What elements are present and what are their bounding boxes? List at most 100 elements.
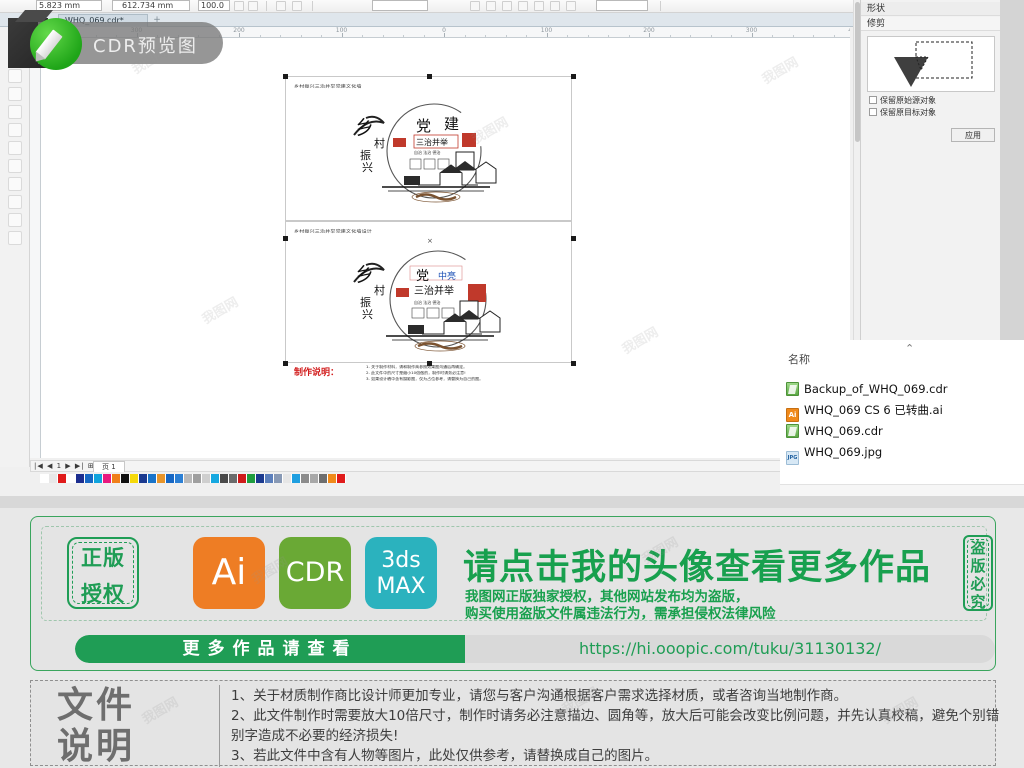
- color-swatch[interactable]: [49, 474, 58, 483]
- file-row[interactable]: WHQ_069.cdr: [786, 424, 883, 438]
- color-swatch[interactable]: [247, 474, 256, 483]
- lock-ratio-icon[interactable]: [234, 1, 244, 11]
- color-swatch[interactable]: [175, 474, 184, 483]
- color-swatch[interactable]: [211, 474, 220, 483]
- color-swatch[interactable]: [166, 474, 175, 483]
- outline-tool-icon[interactable]: [8, 231, 22, 245]
- weld-icon[interactable]: [518, 1, 528, 11]
- color-swatch[interactable]: [193, 474, 202, 483]
- selection-handle[interactable]: [571, 74, 576, 79]
- color-swatch[interactable]: [292, 474, 301, 483]
- chevron-up-icon[interactable]: ⌃: [905, 342, 914, 355]
- color-swatch[interactable]: [121, 474, 130, 483]
- selection-handle[interactable]: [571, 361, 576, 366]
- color-swatch[interactable]: [265, 474, 274, 483]
- village-logo-bottom[interactable]: 乡 村 振 兴 党 中亮 三治并举 自治 法治 德治: [348, 244, 523, 356]
- color-swatch[interactable]: [319, 474, 328, 483]
- page-nav-controls[interactable]: |◀ ◀ 1 ▶ ▶| ⊞: [34, 461, 95, 472]
- zoom-tool-icon[interactable]: [8, 87, 22, 101]
- color-swatch[interactable]: [301, 474, 310, 483]
- ellipse-tool-icon[interactable]: [8, 141, 22, 155]
- svg-text:村: 村: [374, 283, 385, 297]
- color-swatch[interactable]: [67, 474, 76, 483]
- color-swatch[interactable]: [58, 474, 67, 483]
- promo-subtext: 我图网正版独家授权，其他网站发布均为盗版， 购买使用盗版文件属违法行为，需承担侵…: [465, 589, 776, 623]
- ruler-minor-tick: [833, 35, 835, 37]
- freehand-tool-icon[interactable]: [8, 105, 22, 119]
- page-tab-1[interactable]: 页 1: [93, 461, 125, 472]
- instruction-item: 2、此文件制作时需要放大10倍尺寸，制作时请务必注意描边、圆角等，放大后可能会改…: [231, 708, 1000, 744]
- crop-tool-icon[interactable]: [8, 69, 22, 83]
- rectangle-tool-icon[interactable]: [8, 123, 22, 137]
- rotate-icon[interactable]: [276, 1, 286, 11]
- color-swatch[interactable]: [103, 474, 112, 483]
- align-right-icon[interactable]: [502, 1, 512, 11]
- outline-width-icon[interactable]: [292, 1, 302, 11]
- color-swatch[interactable]: [256, 474, 265, 483]
- text-tool-icon[interactable]: [8, 177, 22, 191]
- file-instructions-card: 文件 说明 1、关于材质制作商比设计师更加专业，请您与客户沟通根据客户需求选择材…: [30, 680, 999, 767]
- docker-scrollbar[interactable]: [853, 0, 860, 340]
- file-row[interactable]: JPG WHQ_069.jpg: [786, 445, 882, 465]
- selection-handle[interactable]: [283, 74, 288, 79]
- format-badge-ai: Ai: [193, 537, 265, 609]
- dimension-tool-icon[interactable]: [8, 195, 22, 209]
- vertical-ruler[interactable]: [30, 38, 41, 458]
- apply-button[interactable]: 应用: [951, 128, 995, 142]
- page-navigator-bar[interactable]: |◀ ◀ 1 ▶ ▶| ⊞ 页 1: [30, 460, 820, 472]
- artboard-bottom[interactable]: 乡村振兴三治并举党建文化墙设计 × 乡 村 振 兴 党 中亮 三治并举 自治 法…: [283, 221, 576, 366]
- promo-sub-line-2: 购买使用盗版文件属违法行为，需承担侵权法律风险: [465, 606, 776, 622]
- checkbox-box[interactable]: [869, 108, 877, 116]
- transparency-field[interactable]: [596, 0, 648, 11]
- portfolio-url[interactable]: https://hi.ooopic.com/tuku/31130132/: [465, 635, 995, 663]
- keep-source-checkbox[interactable]: 保留原始源对象: [869, 96, 936, 106]
- color-swatch[interactable]: [220, 474, 229, 483]
- color-swatch[interactable]: [130, 474, 139, 483]
- color-swatch[interactable]: [184, 474, 193, 483]
- color-swatch[interactable]: [274, 474, 283, 483]
- drawing-canvas[interactable]: 乡村振兴三治并举党建文化墙 乡 村 振 兴 党 建 三治并举 自治 法治 德治 …: [41, 38, 850, 458]
- trim-icon[interactable]: [534, 1, 544, 11]
- ruler-minor-tick: [382, 35, 384, 37]
- village-logo-top[interactable]: 乡 村 振 兴 党 建 三治并举 自治 法治 德治: [348, 97, 513, 207]
- align-left-icon[interactable]: [470, 1, 480, 11]
- color-swatch[interactable]: [229, 474, 238, 483]
- file-row[interactable]: Backup_of_WHQ_069.cdr: [786, 382, 948, 396]
- polygon-tool-icon[interactable]: [8, 159, 22, 173]
- color-swatch[interactable]: [76, 474, 85, 483]
- color-swatch[interactable]: [310, 474, 319, 483]
- color-swatch[interactable]: [202, 474, 211, 483]
- checkbox-box[interactable]: [869, 96, 877, 104]
- fill-tool-icon[interactable]: [8, 213, 22, 227]
- more-works-url-row[interactable]: 更多作品请查看 https://hi.ooopic.com/tuku/31130…: [75, 635, 995, 663]
- color-swatch[interactable]: [148, 474, 157, 483]
- simplify-icon[interactable]: [566, 1, 576, 11]
- color-palette[interactable]: [40, 474, 346, 483]
- align-center-icon[interactable]: [486, 1, 496, 11]
- intersect-icon[interactable]: [550, 1, 560, 11]
- color-swatch[interactable]: [139, 474, 148, 483]
- outline-style-field[interactable]: [372, 0, 428, 11]
- color-swatch[interactable]: [40, 474, 49, 483]
- color-swatch[interactable]: [112, 474, 121, 483]
- ruler-minor-tick: [690, 35, 691, 37]
- selection-handle[interactable]: [571, 236, 576, 241]
- artboard-top[interactable]: 乡村振兴三治并举党建文化墙 乡 村 振 兴 党 建 三治并举 自治 法治 德治: [283, 74, 576, 221]
- color-swatch[interactable]: [238, 474, 247, 483]
- docker-operation-select[interactable]: 修剪: [861, 17, 1001, 31]
- selection-handle[interactable]: [283, 236, 288, 241]
- ruler-minor-tick: [464, 35, 466, 37]
- file-row[interactable]: Ai WHQ_069 CS 6 已转曲.ai: [786, 403, 943, 422]
- color-swatch[interactable]: [85, 474, 94, 483]
- color-swatch[interactable]: [157, 474, 166, 483]
- file-name: WHQ_069.cdr: [804, 424, 883, 438]
- mirror-horizontal-icon[interactable]: [248, 1, 258, 11]
- selection-handle[interactable]: [283, 361, 288, 366]
- color-swatch[interactable]: [94, 474, 103, 483]
- keep-target-checkbox[interactable]: 保留原目标对象: [869, 108, 936, 118]
- color-swatch[interactable]: [283, 474, 292, 483]
- color-swatch[interactable]: [337, 474, 346, 483]
- format-badge-cdr: CDR: [279, 537, 351, 609]
- selection-handle[interactable]: [427, 74, 432, 79]
- color-swatch[interactable]: [328, 474, 337, 483]
